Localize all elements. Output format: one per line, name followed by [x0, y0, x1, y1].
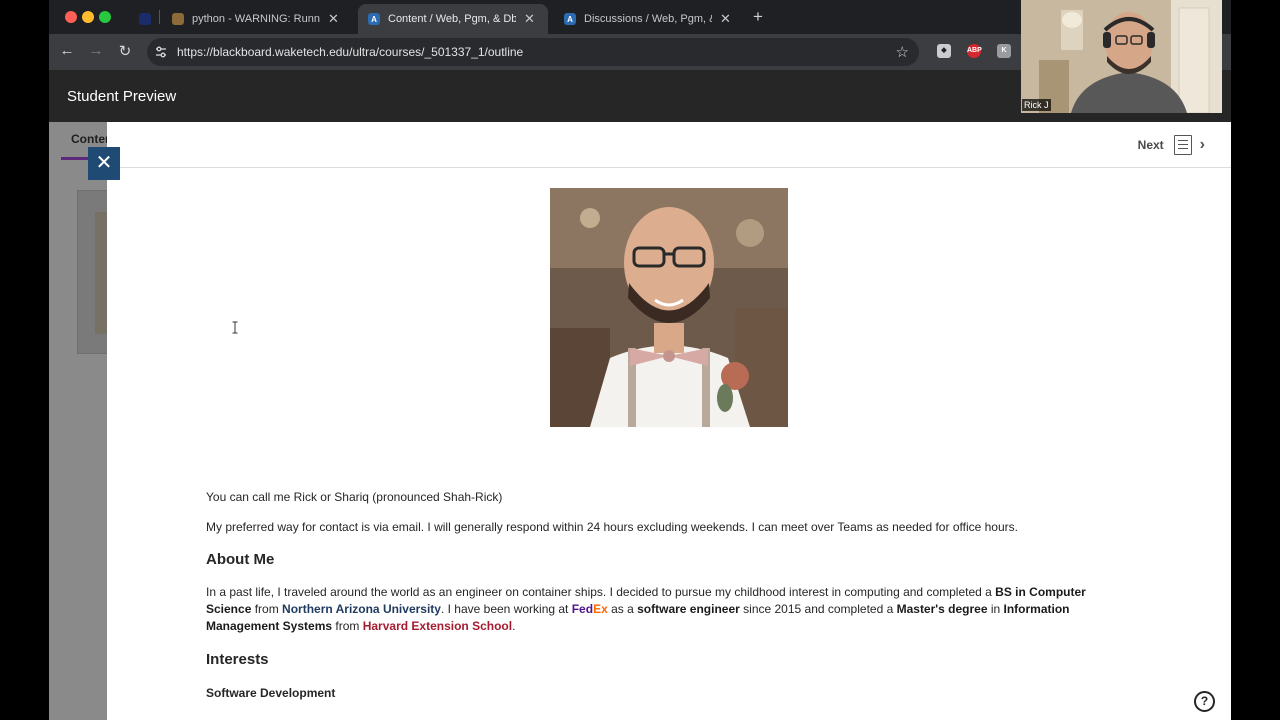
tab-discussions[interactable]: A Discussions / Web, Pgm, & Db ✕ [554, 4, 744, 34]
desktop-background-left [0, 0, 49, 720]
tab-content-behind[interactable]: Conter [71, 132, 110, 146]
tab-label: Discussions / Web, Pgm, & Db [584, 13, 712, 25]
text-cursor-icon [232, 321, 238, 334]
tab-label: Content / Web, Pgm, & Db Fo [388, 13, 516, 25]
webcam-name-label: Rick J [1022, 99, 1051, 111]
pinned-tab-icon [139, 13, 151, 25]
close-window-button[interactable] [65, 11, 77, 23]
about-me-paragraph: In a past life, I traveled around the wo… [206, 585, 1086, 633]
interest-software-development: Software Development [206, 686, 336, 700]
content-card-thumbnail [95, 212, 107, 334]
minimize-window-button[interactable] [82, 11, 94, 23]
new-tab-icon[interactable]: + [753, 7, 763, 27]
nau-link[interactable]: Northern Arizona University [282, 602, 441, 616]
webcam-overlay: Rick J [1021, 0, 1222, 113]
blackboard-favicon-icon: A [368, 13, 380, 25]
page-title: Student Preview [67, 88, 177, 105]
tab-separator [159, 10, 160, 24]
close-panel-button[interactable]: ✕ [88, 147, 120, 180]
tab-pinned[interactable] [129, 4, 157, 34]
fedex-ex-text: Ex [593, 602, 608, 616]
harvard-link[interactable]: Harvard Extension School [363, 619, 512, 633]
next-button[interactable]: Next › [1138, 135, 1205, 155]
tab-content[interactable]: A Content / Web, Pgm, & Db Fo ✕ [358, 4, 548, 34]
fedex-fed-text: Fed [571, 602, 594, 616]
python-favicon-icon [172, 13, 184, 25]
forward-arrow-icon[interactable]: → [86, 42, 106, 59]
url-text: https://blackboard.waketech.edu/ultra/co… [177, 45, 524, 59]
site-settings-icon[interactable] [154, 45, 168, 59]
next-label: Next [1137, 138, 1164, 152]
adblock-extension-icon[interactable]: ABP [967, 44, 982, 58]
help-icon[interactable]: ? [1194, 691, 1215, 712]
panel-topbar: Next › [107, 122, 1231, 168]
interests-heading: Interests [206, 651, 269, 668]
about-me-heading: About Me [206, 551, 275, 568]
close-tab-icon[interactable]: ✕ [720, 11, 731, 27]
maximize-window-button[interactable] [99, 11, 111, 23]
bookmark-star-icon[interactable]: ☆ [896, 43, 909, 61]
document-icon [1173, 135, 1192, 155]
document-panel: Next › You can call me Rick or Shariq (p… [107, 122, 1231, 720]
reload-icon[interactable]: ↻ [115, 42, 135, 60]
k-extension-icon[interactable]: K [997, 44, 1011, 58]
shield-extension-icon[interactable]: ◆ [937, 44, 951, 58]
tab-python[interactable]: python - WARNING: Running ✕ [162, 4, 350, 34]
close-tab-icon[interactable]: ✕ [524, 11, 535, 27]
close-tab-icon[interactable]: ✕ [328, 11, 339, 27]
address-bar[interactable]: https://blackboard.waketech.edu/ultra/co… [147, 38, 919, 66]
desktop-background-right [1231, 0, 1280, 720]
chevron-right-icon: › [1199, 136, 1205, 153]
tab-label: python - WARNING: Running [192, 13, 320, 25]
intro-line-nickname: You can call me Rick or Shariq (pronounc… [206, 490, 503, 504]
back-arrow-icon[interactable]: ← [57, 42, 77, 59]
blackboard-favicon-icon: A [564, 13, 576, 25]
instructor-photo [550, 188, 788, 427]
intro-line-contact: My preferred way for contact is via emai… [206, 520, 1018, 534]
